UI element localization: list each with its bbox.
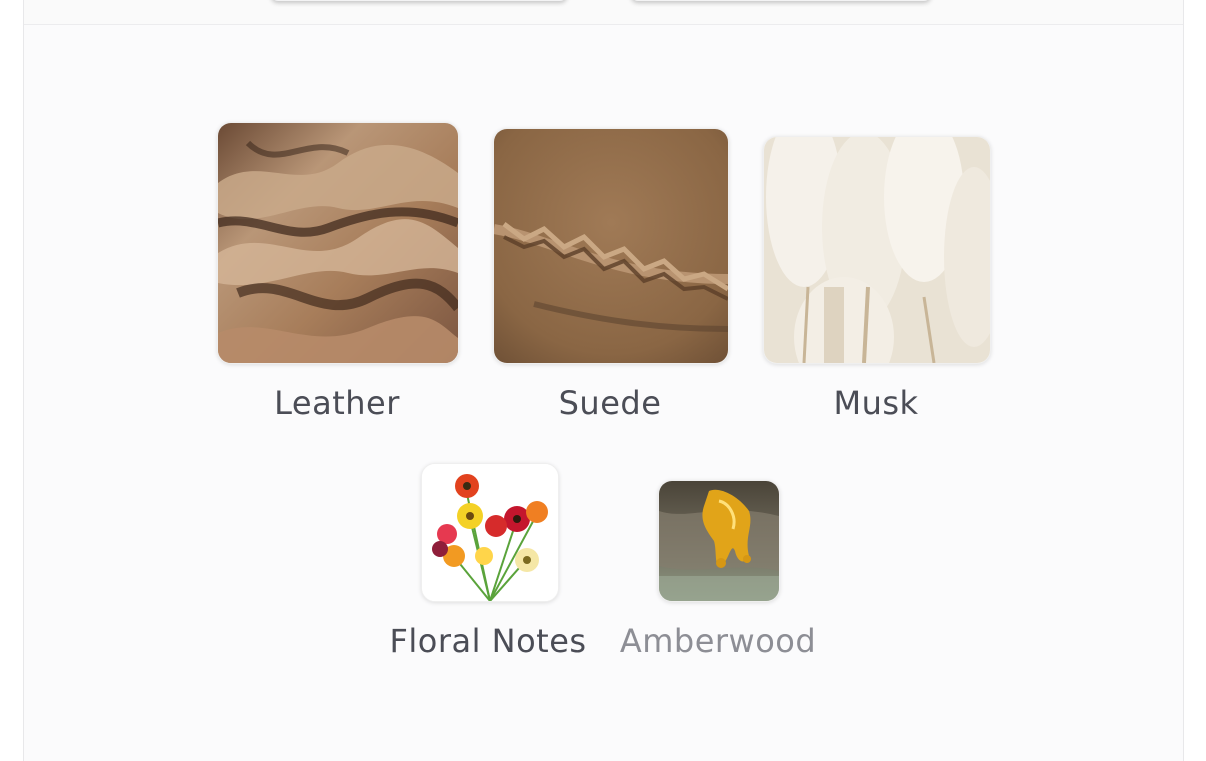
previous-card-b[interactable] <box>631 0 931 1</box>
note-label-leather: Leather <box>274 384 400 422</box>
note-label-musk: Musk <box>833 384 919 422</box>
flowers-image[interactable] <box>421 463 559 602</box>
fragrance-notes-panel <box>23 0 1184 761</box>
musk-image[interactable] <box>763 136 991 364</box>
note-label-amberwood: Amberwood <box>619 622 817 660</box>
top-card-strip <box>24 0 1183 25</box>
leather-image[interactable] <box>217 122 459 364</box>
page: Leather Suede Musk Floral Notes Amberwoo… <box>0 0 1206 761</box>
note-label-floral-notes: Floral Notes <box>389 622 587 660</box>
previous-card-a[interactable] <box>271 0 567 1</box>
suede-image[interactable] <box>493 128 729 364</box>
amber-resin-image[interactable] <box>658 480 780 602</box>
note-label-suede: Suede <box>558 384 662 422</box>
